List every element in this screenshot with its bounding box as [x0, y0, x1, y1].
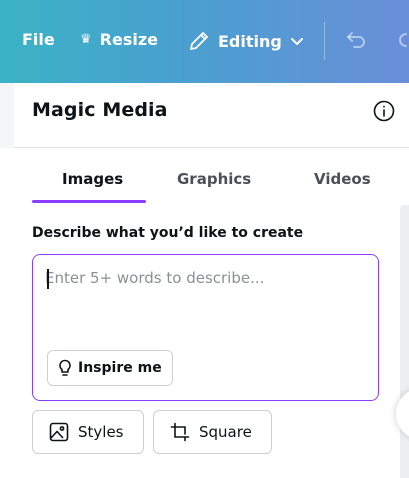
tab-images[interactable]: Images — [62, 170, 123, 188]
crown-icon: ♛ — [80, 32, 92, 47]
panel-scrollbar[interactable] — [400, 205, 409, 478]
panel-title: Magic Media — [32, 99, 168, 121]
prompt-input[interactable] — [45, 267, 365, 289]
toolbar-divider — [324, 22, 325, 60]
image-icon — [49, 422, 69, 442]
lightbulb-icon — [59, 359, 71, 376]
text-caret — [47, 269, 49, 289]
pencil-icon — [190, 32, 208, 50]
header-divider — [14, 147, 409, 148]
describe-label: Describe what you’d like to create — [32, 225, 304, 241]
top-toolbar: File ♛ Resize Editing — [0, 0, 409, 83]
editing-label: Editing — [218, 31, 282, 51]
aspect-ratio-label: Square — [199, 423, 252, 441]
resize-button[interactable]: ♛ Resize — [80, 30, 158, 49]
prompt-box[interactable]: Inspire me — [32, 254, 379, 401]
magic-media-panel: Magic Media Images Graphics Videos Descr… — [0, 83, 409, 478]
styles-label: Styles — [78, 423, 124, 441]
tab-graphics[interactable]: Graphics — [177, 170, 251, 188]
crop-icon — [170, 422, 190, 442]
redo-icon[interactable] — [394, 28, 409, 52]
active-tab-indicator — [32, 200, 146, 203]
resize-label: Resize — [99, 30, 158, 49]
inspire-me-label: Inspire me — [78, 360, 162, 376]
file-menu-label: File — [22, 30, 55, 49]
collapse-panel-handle[interactable] — [396, 388, 409, 440]
inspire-me-button[interactable]: Inspire me — [47, 350, 173, 386]
info-icon[interactable] — [373, 100, 395, 122]
undo-icon[interactable] — [344, 28, 368, 52]
panel-left-edge — [0, 83, 14, 148]
chevron-down-icon — [290, 38, 303, 45]
styles-button[interactable]: Styles — [32, 410, 144, 454]
aspect-ratio-button[interactable]: Square — [153, 410, 272, 454]
file-menu-button[interactable]: File — [22, 30, 55, 49]
tab-videos[interactable]: Videos — [314, 170, 371, 188]
editing-mode-button[interactable]: Editing — [188, 30, 304, 52]
